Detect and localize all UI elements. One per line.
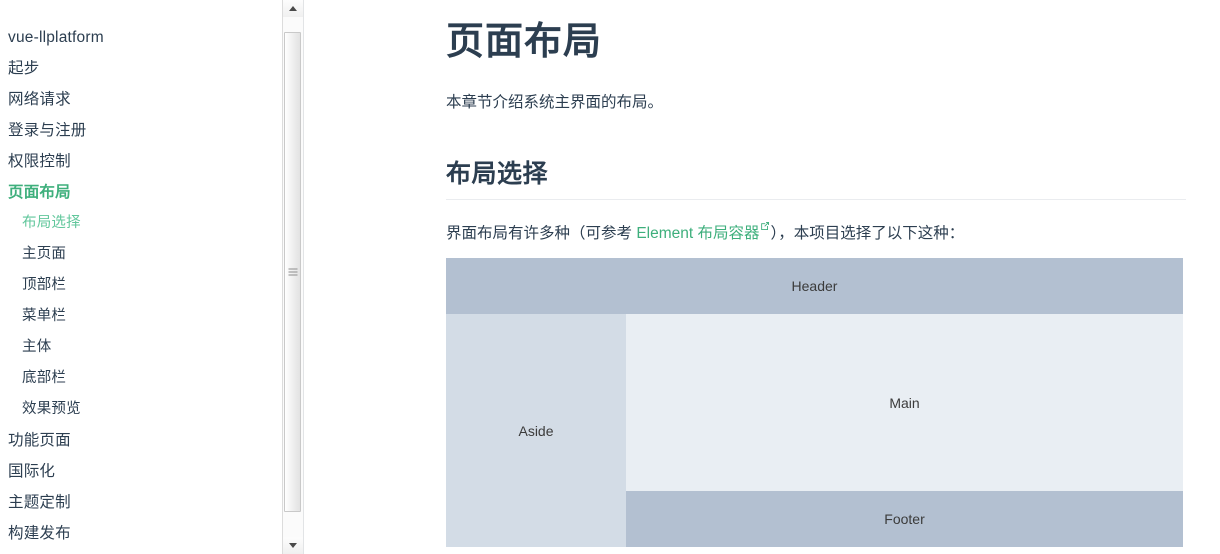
section-heading-layout-choice: 布局选择 [446, 158, 1186, 200]
scrollbar-track[interactable] [283, 17, 303, 537]
sidebar-item-3[interactable]: 登录与注册 [0, 115, 283, 146]
sidebar-item-4[interactable]: 权限控制 [0, 146, 283, 177]
sidebar-item-2[interactable]: 网络请求 [0, 84, 283, 115]
element-layout-container-link[interactable]: Element 布局容器 [636, 222, 770, 243]
main-content: 页面布局 本章节介绍系统主界面的布局。 布局选择 界面布局有许多种（可参考 El… [304, 0, 1220, 554]
diagram-region-main: Main [626, 314, 1183, 492]
sidebar-nav: vue-llplatform 起步 网络请求 登录与注册 权限控制 页面布局 布局选择 主页面… [0, 0, 283, 554]
app-root: vue-llplatform 起步 网络请求 登录与注册 权限控制 页面布局 布局选择 主页面… [0, 0, 1220, 554]
diagram-region-header: Header [446, 258, 1183, 315]
sidebar-item-15[interactable]: 主题定制 [0, 487, 283, 518]
sidebar-item-0[interactable]: vue-llplatform [0, 22, 283, 53]
scrollbar-grip-icon [288, 267, 297, 278]
layout-choice-paragraph: 界面布局有许多种（可参考 Element 布局容器 ），本项目选择了以下这种： [446, 217, 1186, 245]
sidebar-item-11[interactable]: 底部栏 [0, 363, 283, 394]
sidebar-item-list: vue-llplatform 起步 网络请求 登录与注册 权限控制 页面布局 布局选择 主页面… [0, 22, 283, 554]
link-label: Element 布局容器 [636, 225, 760, 243]
scroll-up-button[interactable] [283, 0, 303, 17]
page-layout-diagram: Header Aside Main Footer [446, 258, 1183, 548]
sidebar-item-6[interactable]: 布局选择 [0, 208, 283, 239]
diagram-region-footer: Footer [626, 491, 1183, 548]
intro-paragraph: 本章节介绍系统主界面的布局。 [446, 94, 664, 111]
sidebar-item-5[interactable]: 页面布局 [0, 177, 283, 208]
sidebar-item-14[interactable]: 国际化 [0, 456, 283, 487]
paragraph-prefix-text: 界面布局有许多种（可参考 [446, 225, 637, 243]
sidebar-item-9[interactable]: 菜单栏 [0, 301, 283, 332]
sidebar-item-17[interactable]: 状态管理 [0, 549, 283, 554]
sidebar-item-8[interactable]: 顶部栏 [0, 270, 283, 301]
sidebar: vue-llplatform 起步 网络请求 登录与注册 权限控制 页面布局 布局选择 主页面… [0, 0, 304, 554]
paragraph-suffix-text: ），本项目选择了以下这种： [770, 225, 965, 243]
sidebar-item-16[interactable]: 构建发布 [0, 518, 283, 549]
sidebar-item-1[interactable]: 起步 [0, 53, 283, 84]
sidebar-item-7[interactable]: 主页面 [0, 239, 283, 270]
scroll-down-arrow-icon [289, 543, 297, 548]
sidebar-scrollbar[interactable] [282, 0, 303, 554]
page-title: 页面布局 [446, 21, 603, 63]
sidebar-item-13[interactable]: 功能页面 [0, 425, 283, 456]
external-link-icon [760, 216, 770, 230]
diagram-region-aside: Aside [446, 314, 626, 548]
sidebar-item-12[interactable]: 效果预览 [0, 394, 283, 425]
scroll-down-button[interactable] [283, 537, 303, 554]
sidebar-item-10[interactable]: 主体 [0, 332, 283, 363]
scroll-up-arrow-icon [289, 6, 297, 11]
scrollbar-thumb[interactable] [284, 32, 301, 512]
